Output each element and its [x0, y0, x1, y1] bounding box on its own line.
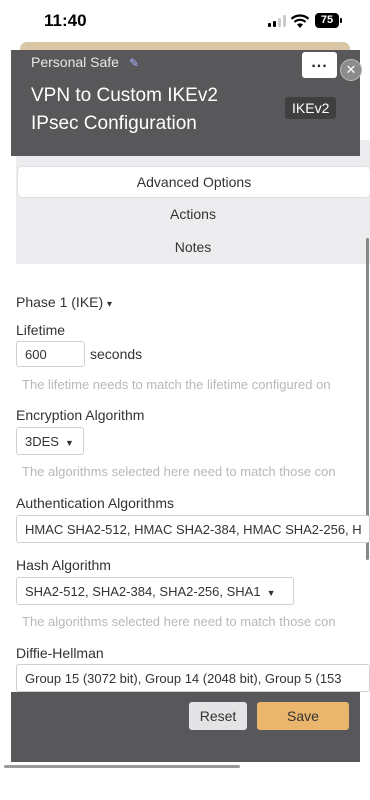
save-button[interactable]: Save	[257, 702, 349, 730]
lifetime-unit: seconds	[90, 346, 143, 362]
phase1-toggle[interactable]: Phase 1 (IKE) ▾	[16, 294, 112, 310]
chevron-down-icon: ▼	[266, 588, 276, 598]
title-line-2-bold: IPsec	[31, 113, 79, 134]
protocol-badge: IKEv2	[285, 97, 337, 119]
more-options-button[interactable]: ...	[302, 52, 337, 78]
encryption-value: 3DES	[25, 434, 59, 449]
hash-value: SHA2-512, SHA2-384, SHA2-256, SHA1	[25, 584, 261, 599]
encryption-hint: The algorithms selected here need to mat…	[22, 464, 336, 479]
horizontal-scrollbar[interactable]	[4, 765, 240, 768]
dh-label: Diffie-Hellman	[16, 645, 104, 661]
authentication-label: Authentication Algorithms	[16, 495, 174, 511]
title-line-1: VPN to Custom IKEv2	[31, 85, 218, 106]
reset-button[interactable]: Reset	[189, 702, 247, 730]
hash-label: Hash Algorithm	[16, 557, 111, 573]
hash-select[interactable]: SHA2-512, SHA2-384, SHA2-256, SHA1 ▼	[16, 577, 294, 605]
title-line-2-rest: Configuration	[78, 113, 197, 134]
status-bar: 11:40 75	[0, 0, 370, 44]
action-footer: Reset Save	[11, 692, 360, 762]
tab-list: Advanced Options Actions Notes	[16, 140, 370, 264]
lifetime-label: Lifetime	[16, 322, 66, 338]
encryption-label: Encryption Algorithm	[16, 407, 145, 423]
tab-actions[interactable]: Actions	[16, 199, 370, 229]
dh-input[interactable]: Group 15 (3072 bit), Group 14 (2048 bit)…	[16, 664, 370, 692]
lifetime-hint: The lifetime needs to match the lifetime…	[22, 377, 331, 392]
tab-advanced-options[interactable]: Advanced Options	[18, 167, 370, 197]
page-title: VPN to Custom IKEv2 IPsec Configuration	[31, 82, 281, 138]
close-icon[interactable]: ✕	[340, 59, 362, 81]
section-label: Personal Safe	[31, 54, 119, 70]
scrollbar[interactable]	[366, 238, 369, 560]
chevron-down-icon: ▼	[64, 438, 74, 448]
wifi-icon	[290, 14, 310, 28]
signal-icon	[268, 15, 288, 27]
phase1-label: Phase 1 (IKE)	[16, 294, 104, 310]
authentication-input[interactable]: HMAC SHA2-512, HMAC SHA2-384, HMAC SHA2-…	[16, 515, 370, 543]
lifetime-input[interactable]: 600	[16, 341, 85, 367]
battery-icon: 75	[315, 13, 342, 28]
chevron-down-icon: ▾	[107, 299, 113, 310]
encryption-select[interactable]: 3DES ▼	[16, 427, 84, 455]
tab-notes[interactable]: Notes	[16, 232, 370, 262]
clock: 11:40	[44, 11, 87, 30]
pencil-icon[interactable]: ✎	[129, 56, 143, 70]
hash-hint: The algorithms selected here need to mat…	[22, 614, 336, 629]
